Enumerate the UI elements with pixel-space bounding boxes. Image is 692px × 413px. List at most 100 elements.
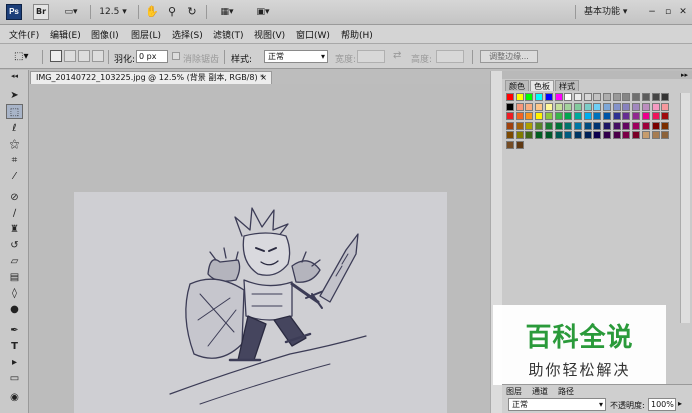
document-tab[interactable]: IMG_20140722_103225.jpg @ 12.5% (背景 副本, … — [30, 71, 272, 84]
color-swatch[interactable] — [622, 102, 631, 111]
color-swatch[interactable] — [641, 112, 650, 121]
panel-collapse[interactable]: ▸▸ — [502, 71, 692, 79]
clone-stamp-tool[interactable]: ♜ — [6, 222, 23, 237]
menu-view[interactable]: 视图(V) — [254, 28, 285, 41]
color-swatch[interactable] — [651, 102, 660, 111]
tab-styles[interactable]: 样式 — [555, 80, 579, 91]
color-swatch[interactable] — [603, 112, 611, 121]
view-extras-button[interactable]: ▭▾ — [60, 4, 82, 20]
menu-select[interactable]: 选择(S) — [172, 28, 203, 41]
color-swatch[interactable] — [554, 131, 563, 140]
rotate-view-button[interactable]: ↻ — [185, 4, 199, 20]
color-swatch[interactable] — [603, 102, 611, 111]
antialias-checkbox[interactable] — [172, 52, 180, 60]
tab-channels[interactable]: 通道 — [532, 386, 548, 397]
menu-filter[interactable]: 滤镜(T) — [213, 28, 244, 41]
color-swatch[interactable] — [573, 102, 582, 111]
hand-tool-button[interactable]: ✋ — [145, 4, 159, 20]
color-swatch[interactable] — [603, 131, 611, 140]
color-swatch[interactable] — [632, 121, 641, 130]
color-swatch[interactable] — [554, 102, 563, 111]
color-swatch[interactable] — [535, 112, 544, 121]
tab-paths[interactable]: 路径 — [558, 386, 574, 397]
color-swatch[interactable] — [515, 131, 524, 140]
zoom-level-dropdown[interactable]: 12.5 ▾ — [98, 4, 128, 20]
color-swatch[interactable] — [612, 102, 621, 111]
color-swatch[interactable] — [506, 102, 514, 111]
close-document-icon[interactable]: × — [260, 72, 267, 84]
color-swatch[interactable] — [651, 93, 660, 101]
refine-edge-button[interactable]: 调整边缘... — [480, 50, 538, 63]
color-swatch[interactable] — [554, 112, 563, 121]
color-swatch[interactable] — [583, 93, 592, 101]
color-swatch[interactable] — [573, 131, 582, 140]
tab-layers[interactable]: 图层 — [506, 386, 522, 397]
subtract-selection-mode[interactable] — [78, 50, 90, 62]
menu-layer[interactable]: 图层(L) — [131, 28, 161, 41]
color-swatch[interactable] — [573, 112, 582, 121]
color-swatch[interactable] — [583, 112, 592, 121]
menu-help[interactable]: 帮助(H) — [341, 28, 373, 41]
color-swatch[interactable] — [506, 131, 514, 140]
color-swatch[interactable] — [583, 102, 592, 111]
color-swatch[interactable] — [564, 112, 573, 121]
restore-button[interactable]: ▫ — [662, 4, 674, 20]
color-swatch[interactable] — [603, 93, 611, 101]
color-swatch[interactable] — [593, 131, 602, 140]
tool-preset-picker[interactable]: ⬚▾ — [14, 50, 36, 63]
tab-color[interactable]: 颜色 — [505, 80, 529, 91]
lasso-tool[interactable]: ℓ — [6, 121, 23, 136]
workspace-switcher[interactable]: 基本功能 ▾ — [584, 4, 638, 20]
tab-swatches[interactable]: 色板 — [530, 80, 554, 91]
opacity-slider-toggle[interactable]: ▸ — [678, 399, 682, 408]
color-swatch[interactable] — [554, 93, 563, 101]
color-swatch[interactable] — [573, 93, 582, 101]
menu-window[interactable]: 窗口(W) — [296, 28, 330, 41]
color-swatch[interactable] — [612, 121, 621, 130]
color-swatch[interactable] — [506, 121, 514, 130]
color-swatch[interactable] — [612, 112, 621, 121]
color-swatch[interactable] — [535, 121, 544, 130]
color-swatch[interactable] — [603, 121, 611, 130]
color-swatch[interactable] — [506, 141, 514, 149]
feather-input[interactable]: 0 px — [136, 50, 168, 63]
3d-rotate-tool[interactable]: ◉ — [6, 390, 23, 405]
style-select[interactable]: 正常 — [264, 50, 328, 63]
color-swatch[interactable] — [554, 121, 563, 130]
close-button[interactable]: ✕ — [677, 4, 689, 20]
panel-scrollbar[interactable] — [680, 93, 690, 323]
color-swatch[interactable] — [544, 112, 553, 121]
color-swatch[interactable] — [593, 102, 602, 111]
color-swatch[interactable] — [525, 121, 534, 130]
color-swatch[interactable] — [525, 102, 534, 111]
opacity-input[interactable]: 100% — [648, 398, 676, 411]
arrange-documents-button[interactable]: ▦▾ — [214, 4, 240, 20]
menu-file[interactable]: 文件(F) — [9, 28, 39, 41]
color-swatch[interactable] — [515, 102, 524, 111]
color-swatch[interactable] — [661, 112, 670, 121]
color-swatch[interactable] — [525, 112, 534, 121]
color-swatch[interactable] — [661, 131, 670, 140]
type-tool[interactable]: T — [6, 339, 23, 354]
color-swatch[interactable] — [641, 121, 650, 130]
color-swatch[interactable] — [622, 121, 631, 130]
color-swatch[interactable] — [641, 102, 650, 111]
history-brush-tool[interactable]: ↺ — [6, 238, 23, 253]
toolbox-collapse[interactable]: ◂◂ — [6, 72, 23, 80]
color-swatch[interactable] — [641, 93, 650, 101]
color-swatch[interactable] — [506, 93, 514, 101]
color-swatch[interactable] — [661, 102, 670, 111]
swap-dimensions-button[interactable]: ⇄ — [393, 50, 401, 61]
color-swatch[interactable] — [622, 131, 631, 140]
blur-tool[interactable]: ◊ — [6, 286, 23, 301]
color-swatch[interactable] — [544, 121, 553, 130]
color-swatch[interactable] — [515, 121, 524, 130]
document-canvas[interactable] — [30, 84, 491, 413]
color-swatch[interactable] — [544, 102, 553, 111]
color-swatch[interactable] — [564, 121, 573, 130]
brush-tool[interactable]: ∕ — [6, 206, 23, 221]
width-input[interactable] — [357, 50, 385, 63]
color-swatch[interactable] — [632, 112, 641, 121]
color-swatch[interactable] — [525, 93, 534, 101]
color-swatch[interactable] — [535, 131, 544, 140]
